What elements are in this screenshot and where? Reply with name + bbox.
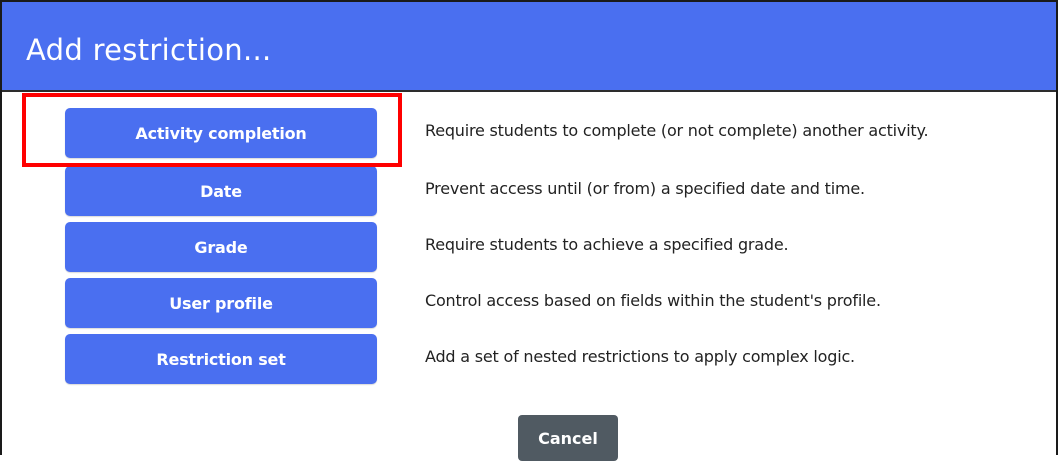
grade-button[interactable]: Grade	[65, 222, 377, 272]
dialog-header: Add restriction...	[2, 2, 1056, 92]
restriction-set-description: Add a set of nested restrictions to appl…	[425, 347, 855, 366]
option-row-activity-completion: Activity completion Require students to …	[2, 108, 1058, 158]
cancel-button[interactable]: Cancel	[518, 415, 618, 461]
add-restriction-dialog: Add restriction... Activity completion R…	[0, 0, 1058, 461]
grade-description: Require students to achieve a specified …	[425, 235, 789, 254]
restriction-set-button[interactable]: Restriction set	[65, 334, 377, 384]
option-row-grade: Grade Require students to achieve a spec…	[2, 222, 1058, 272]
option-row-date: Date Prevent access until (or from) a sp…	[2, 166, 1058, 216]
option-row-restriction-set: Restriction set Add a set of nested rest…	[2, 334, 1058, 384]
activity-completion-button[interactable]: Activity completion	[65, 108, 377, 158]
activity-completion-description: Require students to complete (or not com…	[425, 121, 929, 140]
user-profile-description: Control access based on fields within th…	[425, 291, 881, 310]
option-row-user-profile: User profile Control access based on fie…	[2, 278, 1058, 328]
user-profile-button[interactable]: User profile	[65, 278, 377, 328]
dialog-title: Add restriction...	[26, 33, 272, 67]
date-button[interactable]: Date	[65, 166, 377, 216]
date-description: Prevent access until (or from) a specifi…	[425, 179, 865, 198]
